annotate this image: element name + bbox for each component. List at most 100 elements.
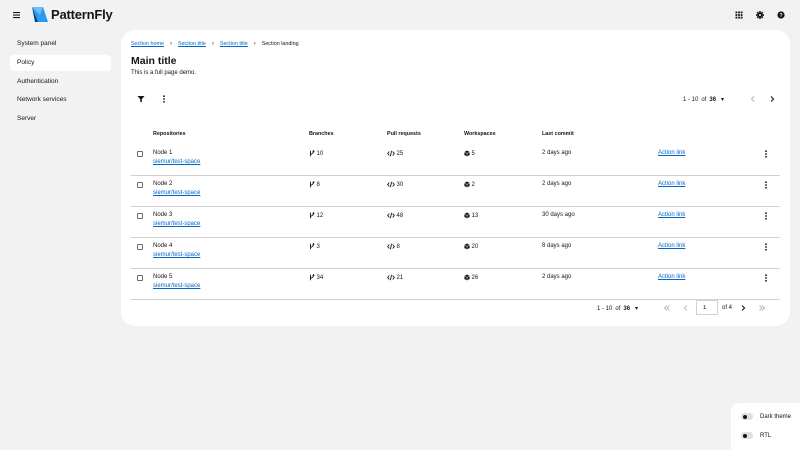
next-page-button[interactable] — [738, 303, 748, 313]
chevron-right-icon: › — [211, 41, 214, 47]
row-checkbox[interactable] — [137, 244, 143, 250]
workspaces-value: 5 — [471, 150, 475, 157]
repo-link[interactable]: siemur/test-space — [153, 252, 200, 258]
pull-requests-value: 8 — [396, 243, 400, 250]
masthead: PatternFly ? — [0, 0, 800, 30]
workspaces-cell: 5 — [464, 150, 475, 157]
last-commit-value: 2 days ago — [542, 274, 572, 280]
row-checkbox[interactable] — [137, 182, 143, 188]
sidebar-item-server[interactable]: Server — [10, 111, 111, 127]
column-header-last-commit[interactable]: Last commit — [542, 131, 574, 137]
hamburger-menu-icon[interactable] — [11, 9, 23, 21]
help-question-icon[interactable]: ? — [775, 9, 787, 21]
repo-name: Node 4 — [153, 243, 173, 249]
pull-requests-value: 30 — [396, 181, 404, 188]
column-header-workspaces[interactable]: Workspaces — [464, 131, 496, 137]
row-checkbox[interactable] — [137, 151, 143, 157]
first-page-button[interactable] — [662, 303, 672, 313]
top-pagination-toggle[interactable]: 1 - 10 of 36 ▾ — [683, 96, 724, 104]
table-row: Node 4 siemur/test-space 3 8 20 8 days a… — [131, 238, 780, 269]
chevron-left-icon — [750, 96, 755, 102]
repo-link[interactable]: siemur/test-space — [153, 190, 200, 196]
app-launcher-grid-icon[interactable] — [733, 9, 745, 21]
pull-requests-cell: 48 — [387, 212, 403, 219]
repo-link[interactable]: siemur/test-space — [153, 159, 200, 165]
table-row: Node 3 siemur/test-space 12 48 13 30 day… — [131, 207, 780, 238]
code-icon — [387, 150, 395, 157]
page-number-input[interactable] — [696, 300, 718, 315]
workspaces-value: 2 — [471, 181, 475, 188]
repo-link[interactable]: siemur/test-space — [153, 221, 200, 227]
chevron-right-icon — [770, 96, 775, 102]
rtl-switch[interactable]: RTL — [741, 432, 771, 439]
sidebar-item-network-services[interactable]: Network services — [10, 92, 111, 108]
code-icon — [387, 243, 395, 250]
brand-logo[interactable]: PatternFly — [32, 5, 113, 23]
toolbar-kebab-icon[interactable] — [159, 94, 169, 104]
row-kebab-icon[interactable] — [762, 180, 770, 190]
column-header-pull-requests[interactable]: Pull requests — [387, 131, 421, 137]
angle-double-right-icon — [759, 305, 766, 311]
brand-name: PatternFly — [51, 6, 113, 22]
chevron-right-icon: › — [169, 41, 172, 47]
code-branch-icon — [310, 212, 315, 219]
column-header-repositories[interactable]: Repositories — [153, 131, 186, 137]
pagination-range: 1 - 10 — [683, 96, 699, 103]
action-link[interactable]: Action link — [658, 150, 685, 156]
toggle-switch[interactable] — [741, 432, 753, 439]
theme-switcher-panel: Dark theme RTL — [731, 403, 800, 450]
code-icon — [387, 274, 395, 281]
breadcrumb-link-section-home[interactable]: Section home — [131, 41, 164, 47]
branches-cell: 8 — [309, 181, 320, 188]
row-kebab-icon[interactable] — [762, 149, 770, 159]
action-link[interactable]: Action link — [658, 181, 685, 187]
row-kebab-icon[interactable] — [762, 273, 770, 283]
row-kebab-icon[interactable] — [762, 242, 770, 252]
row-kebab-icon[interactable] — [762, 211, 770, 221]
repo-link[interactable]: siemur/test-space — [153, 283, 200, 289]
action-link[interactable]: Action link — [658, 212, 685, 218]
pagination-of: of — [701, 96, 707, 103]
top-next-page-button[interactable] — [767, 94, 777, 104]
table-row: Node 1 siemur/test-space 10 25 5 2 days … — [131, 145, 780, 176]
branches-value: 10 — [316, 150, 324, 157]
top-prev-page-button[interactable] — [748, 94, 758, 104]
pull-requests-cell: 30 — [387, 181, 403, 188]
pull-requests-value: 21 — [396, 274, 404, 281]
bottom-pagination-toggle[interactable]: 1 - 10 of 36 ▾ — [597, 305, 638, 313]
dark-theme-switch[interactable]: Dark theme — [741, 413, 791, 420]
cube-icon — [464, 150, 470, 157]
sidebar-item-label: Authentication — [17, 77, 59, 85]
workspaces-value: 20 — [471, 243, 479, 250]
row-checkbox[interactable] — [137, 213, 143, 219]
workspaces-value: 13 — [471, 212, 479, 219]
column-header-branches[interactable]: Branches — [309, 131, 334, 137]
row-checkbox[interactable] — [137, 275, 143, 281]
action-link[interactable]: Action link — [658, 243, 685, 249]
angle-double-left-icon — [663, 305, 670, 311]
prev-page-button[interactable] — [681, 303, 691, 313]
branches-value: 8 — [316, 181, 320, 188]
code-icon — [387, 212, 395, 219]
last-commit-value: 2 days ago — [542, 150, 572, 156]
sidebar-item-authentication[interactable]: Authentication — [10, 74, 111, 90]
settings-gear-icon[interactable] — [754, 9, 766, 21]
breadcrumb-link-section-title[interactable]: Section title — [220, 41, 248, 47]
pull-requests-cell: 21 — [387, 274, 403, 281]
filter-icon[interactable] — [136, 94, 146, 104]
workspaces-value: 26 — [471, 274, 479, 281]
last-page-button[interactable] — [757, 303, 767, 313]
rtl-label: RTL — [760, 432, 772, 439]
toggle-switch[interactable] — [741, 413, 753, 420]
patternfly-logo-icon — [32, 6, 48, 22]
code-icon — [387, 181, 395, 188]
breadcrumb-current: Section landing — [261, 41, 299, 47]
sidebar-item-label: System panel — [17, 40, 57, 47]
table-row: Node 2 siemur/test-space 8 30 2 2 days a… — [131, 176, 780, 207]
sidebar-item-policy[interactable]: Policy — [10, 54, 111, 71]
sidebar-item-label: Policy — [17, 58, 35, 66]
action-link[interactable]: Action link — [658, 274, 685, 280]
page-count-label: of 4 — [722, 305, 733, 311]
sidebar-item-system-panel[interactable]: System panel — [10, 36, 111, 52]
breadcrumb-link-section-title[interactable]: Section title — [178, 41, 206, 47]
